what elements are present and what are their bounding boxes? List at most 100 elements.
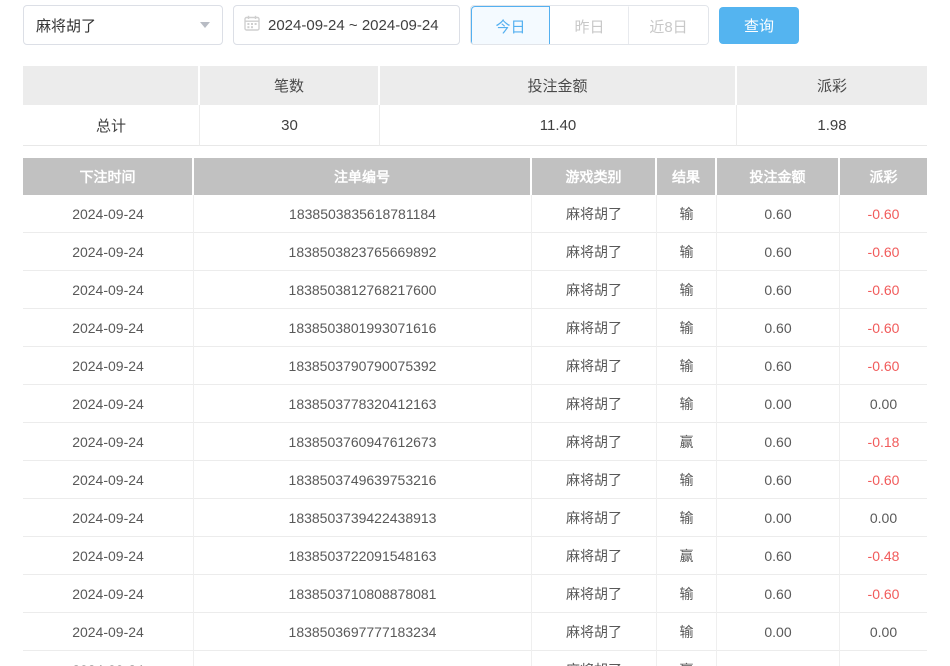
cell-bet-id: 1838503801993071616 bbox=[194, 309, 532, 347]
cell-bet-amount: 0.60 bbox=[717, 309, 840, 347]
cell-bet-amount: 0.00 bbox=[717, 613, 840, 651]
query-button[interactable]: 查询 bbox=[719, 7, 799, 44]
summary-total-label: 总计 bbox=[23, 105, 200, 146]
cell-payout: -0.60 bbox=[840, 309, 927, 347]
cell-result: 输 bbox=[657, 499, 717, 537]
cell-payout: -0.60 bbox=[840, 575, 927, 613]
table-row: 2024-09-241838503835618781184麻将胡了输0.60-0… bbox=[23, 195, 927, 233]
cell-bet-time: 2024-09-24 bbox=[23, 271, 194, 309]
summary-total-payout: 1.98 bbox=[737, 105, 927, 146]
column-header: 投注金额 bbox=[717, 158, 840, 195]
cell-bet-id: 1838503790790075392 bbox=[194, 347, 532, 385]
cell-result: 输 bbox=[657, 271, 717, 309]
cell-bet-time: 2024-09-24 bbox=[23, 347, 194, 385]
quick-date-button-group: 今日昨日近8日 bbox=[470, 5, 709, 45]
cell-game-type: 麻将胡了 bbox=[532, 271, 657, 309]
table-row: 2024-09-241838503778320412163麻将胡了输0.000.… bbox=[23, 385, 927, 423]
quick-date-button[interactable]: 昨日 bbox=[550, 6, 629, 45]
bet-records-table: 下注时间注单编号游戏类别结果投注金额派彩 2024-09-24183850383… bbox=[23, 158, 927, 666]
cell-bet-time: 2024-09-24 bbox=[23, 461, 194, 499]
cell-bet-id: 1838503835618781184 bbox=[194, 195, 532, 233]
chevron-down-icon bbox=[200, 22, 210, 28]
cell-game-type: 麻将胡了 bbox=[532, 537, 657, 575]
column-header: 结果 bbox=[657, 158, 717, 195]
bet-table-body: 2024-09-241838503835618781184麻将胡了输0.60-0… bbox=[23, 195, 927, 666]
cell-result: 输 bbox=[657, 233, 717, 271]
cell-game-type: 麻将胡了 bbox=[532, 309, 657, 347]
cell-game-type: 麻将胡了 bbox=[532, 385, 657, 423]
cell-result: 输 bbox=[657, 195, 717, 233]
cell-payout: -0.60 bbox=[840, 347, 927, 385]
cell-bet-time: 2024-09-24 bbox=[23, 575, 194, 613]
date-range-value: 2024-09-24 ~ 2024-09-24 bbox=[268, 17, 439, 34]
cell-bet-time: 2024-09-24 bbox=[23, 423, 194, 461]
cell-payout: 0.00 bbox=[840, 385, 927, 423]
cell-result: 输 bbox=[657, 461, 717, 499]
cell-bet-id: 1838503823765669892 bbox=[194, 233, 532, 271]
cell-payout: -0.60 bbox=[840, 233, 927, 271]
cell-game-type: 麻将胡了 bbox=[532, 575, 657, 613]
quick-date-button[interactable]: 近8日 bbox=[629, 6, 708, 45]
cell-bet-amount: 0.60 bbox=[717, 575, 840, 613]
cell-result: 赢 bbox=[657, 537, 717, 575]
game-type-select[interactable]: 麻将胡了 bbox=[23, 5, 223, 45]
cell-bet-time: 2024-09-24 bbox=[23, 613, 194, 651]
table-row: 2024-09-241838503722091548163麻将胡了赢0.60-0… bbox=[23, 537, 927, 575]
cell-bet-amount bbox=[717, 651, 840, 666]
cell-bet-amount: 0.60 bbox=[717, 423, 840, 461]
cell-bet-time: 2024-09-24 bbox=[23, 499, 194, 537]
table-row: 2024-09-241838503760947612673麻将胡了赢0.60-0… bbox=[23, 423, 927, 461]
cell-game-type: 麻将胡了 bbox=[532, 233, 657, 271]
cell-bet-time: 2024-09-24 bbox=[23, 651, 194, 666]
betting-records-page: 麻将胡了 2024-09-24 ~ 2024-09-24 今日昨日近8 bbox=[0, 0, 950, 666]
cell-bet-time: 2024-09-24 bbox=[23, 233, 194, 271]
summary-total-bet-amount: 11.40 bbox=[380, 105, 737, 146]
cell-bet-id: 1838503722091548163 bbox=[194, 537, 532, 575]
cell-bet-amount: 0.60 bbox=[717, 347, 840, 385]
cell-bet-time: 2024-09-24 bbox=[23, 385, 194, 423]
cell-bet-id: 1838503739422438913 bbox=[194, 499, 532, 537]
cell-bet-amount: 0.00 bbox=[717, 385, 840, 423]
table-row: 2024-09-241838503790790075392麻将胡了输0.60-0… bbox=[23, 347, 927, 385]
cell-bet-time: 2024-09-24 bbox=[23, 537, 194, 575]
toolbar: 麻将胡了 2024-09-24 ~ 2024-09-24 今日昨日近8 bbox=[23, 5, 927, 45]
summary-total-count: 30 bbox=[200, 105, 380, 146]
bet-table-header-row: 下注时间注单编号游戏类别结果投注金额派彩 bbox=[23, 158, 927, 195]
cell-bet-time: 2024-09-24 bbox=[23, 309, 194, 347]
table-row: 2024-09-241838503739422438913麻将胡了输0.000.… bbox=[23, 499, 927, 537]
cell-result: 输 bbox=[657, 385, 717, 423]
table-row: 2024-09-241838503812768217600麻将胡了输0.60-0… bbox=[23, 271, 927, 309]
cell-game-type: 麻将胡了 bbox=[532, 347, 657, 385]
cell-bet-id: 1838503760947612673 bbox=[194, 423, 532, 461]
cell-payout bbox=[840, 651, 927, 666]
column-header: 注单编号 bbox=[194, 158, 532, 195]
cell-game-type: 麻将胡了 bbox=[532, 461, 657, 499]
game-type-select-value: 麻将胡了 bbox=[36, 15, 96, 36]
cell-game-type: 麻将胡了 bbox=[532, 195, 657, 233]
cell-bet-amount: 0.60 bbox=[717, 271, 840, 309]
quick-date-button[interactable]: 今日 bbox=[471, 6, 550, 45]
cell-bet-id: 1838503812768217600 bbox=[194, 271, 532, 309]
summary-header-count: 笔数 bbox=[200, 66, 380, 105]
cell-bet-id: 1838503710808878081 bbox=[194, 575, 532, 613]
cell-payout: 0.00 bbox=[840, 499, 927, 537]
cell-bet-amount: 0.60 bbox=[717, 233, 840, 271]
table-row: 2024-09-241838503823765669892麻将胡了输0.60-0… bbox=[23, 233, 927, 271]
cell-bet-id: 1838503778320412163 bbox=[194, 385, 532, 423]
cell-bet-amount: 0.60 bbox=[717, 195, 840, 233]
cell-bet-amount: 0.60 bbox=[717, 537, 840, 575]
cell-bet-amount: 0.60 bbox=[717, 461, 840, 499]
calendar-icon bbox=[244, 15, 260, 35]
cell-result: 赢 bbox=[657, 651, 717, 666]
column-header: 派彩 bbox=[840, 158, 927, 195]
cell-payout: 0.00 bbox=[840, 613, 927, 651]
cell-bet-id: 1838503697777183234 bbox=[194, 613, 532, 651]
cell-result: 输 bbox=[657, 575, 717, 613]
cell-bet-id bbox=[194, 651, 532, 666]
date-range-picker[interactable]: 2024-09-24 ~ 2024-09-24 bbox=[233, 5, 460, 45]
cell-payout: -0.48 bbox=[840, 537, 927, 575]
cell-payout: -0.60 bbox=[840, 195, 927, 233]
table-row: 2024-09-241838503749639753216麻将胡了输0.60-0… bbox=[23, 461, 927, 499]
cell-result: 赢 bbox=[657, 423, 717, 461]
column-header: 下注时间 bbox=[23, 158, 194, 195]
